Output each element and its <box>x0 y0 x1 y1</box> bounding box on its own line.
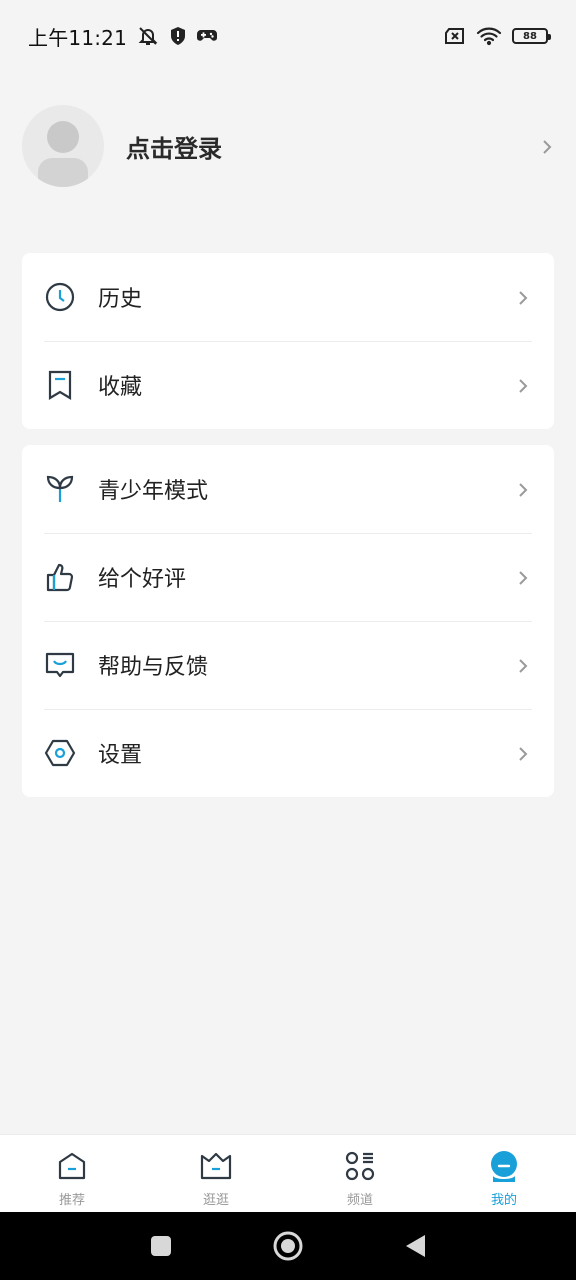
feedback-icon <box>44 649 76 681</box>
tab-browse[interactable]: 逛逛 <box>144 1135 288 1212</box>
clock-icon <box>44 281 76 313</box>
chevron-right-icon <box>516 658 530 673</box>
tab-channels[interactable]: 频道 <box>288 1135 432 1212</box>
tab-label: 逛逛 <box>202 1193 229 1208</box>
login-row[interactable]: 点击登录 <box>22 104 554 188</box>
menu-item-settings[interactable]: 设置 <box>22 709 554 797</box>
menu-label: 设置 <box>98 743 143 768</box>
bookmark-icon <box>44 369 76 401</box>
menu-item-teen-mode[interactable]: 青少年模式 <box>22 445 554 533</box>
profile-icon <box>487 1149 521 1183</box>
shield-icon <box>169 26 187 46</box>
tab-mine[interactable]: 我的 <box>432 1135 576 1212</box>
menu-card-2: 青少年模式 给个好评 帮助与反馈 设置 <box>22 445 554 797</box>
menu-item-history[interactable]: 历史 <box>22 253 554 341</box>
settings-icon <box>44 737 76 769</box>
menu-item-favorites[interactable]: 收藏 <box>22 341 554 429</box>
recents-button[interactable] <box>149 1234 173 1258</box>
status-right: 88 <box>444 26 551 46</box>
login-label[interactable]: 点击登录 <box>126 129 540 164</box>
status-bar: 上午11:21 88 <box>0 0 576 72</box>
screen: 上午11:21 88 点击登录 历史 收藏 青少年模式 给个好评 帮助与反馈 设… <box>0 0 576 1280</box>
battery-level: 88 <box>523 30 537 42</box>
home-icon <box>55 1149 89 1183</box>
back-button[interactable] <box>403 1233 427 1259</box>
tab-recommend[interactable]: 推荐 <box>0 1135 144 1212</box>
menu-label: 收藏 <box>98 375 143 400</box>
status-left: 上午11:21 <box>28 22 218 51</box>
menu-card-1: 历史 收藏 <box>22 253 554 429</box>
menu-label: 历史 <box>98 287 143 312</box>
tab-label: 频道 <box>346 1193 373 1208</box>
battery-icon: 88 <box>512 28 551 44</box>
avatar[interactable] <box>22 105 104 187</box>
status-time: 上午11:21 <box>28 25 128 50</box>
channels-icon <box>343 1149 377 1183</box>
wifi-icon <box>476 26 502 46</box>
system-nav-bar <box>0 1212 576 1280</box>
tab-label: 我的 <box>490 1193 517 1208</box>
chevron-right-icon <box>516 570 530 585</box>
thumbs-up-icon <box>44 561 76 593</box>
menu-label: 青少年模式 <box>98 479 209 504</box>
no-sim-icon <box>444 27 466 45</box>
chevron-right-icon <box>516 378 530 393</box>
home-button[interactable] <box>273 1231 303 1261</box>
menu-item-help-feedback[interactable]: 帮助与反馈 <box>22 621 554 709</box>
chevron-right-icon <box>540 139 554 154</box>
chevron-right-icon <box>516 746 530 761</box>
menu-label: 帮助与反馈 <box>98 655 209 680</box>
chevron-right-icon <box>516 482 530 497</box>
gamepad-icon <box>197 28 218 44</box>
chevron-right-icon <box>516 290 530 305</box>
mute-bell-icon <box>137 25 159 47</box>
sprout-icon <box>44 473 76 505</box>
bottom-tab-bar: 推荐 逛逛 频道 我的 <box>0 1134 576 1212</box>
menu-item-rate-us[interactable]: 给个好评 <box>22 533 554 621</box>
basket-icon <box>199 1149 233 1183</box>
menu-label: 给个好评 <box>98 567 187 592</box>
tab-label: 推荐 <box>58 1193 85 1208</box>
